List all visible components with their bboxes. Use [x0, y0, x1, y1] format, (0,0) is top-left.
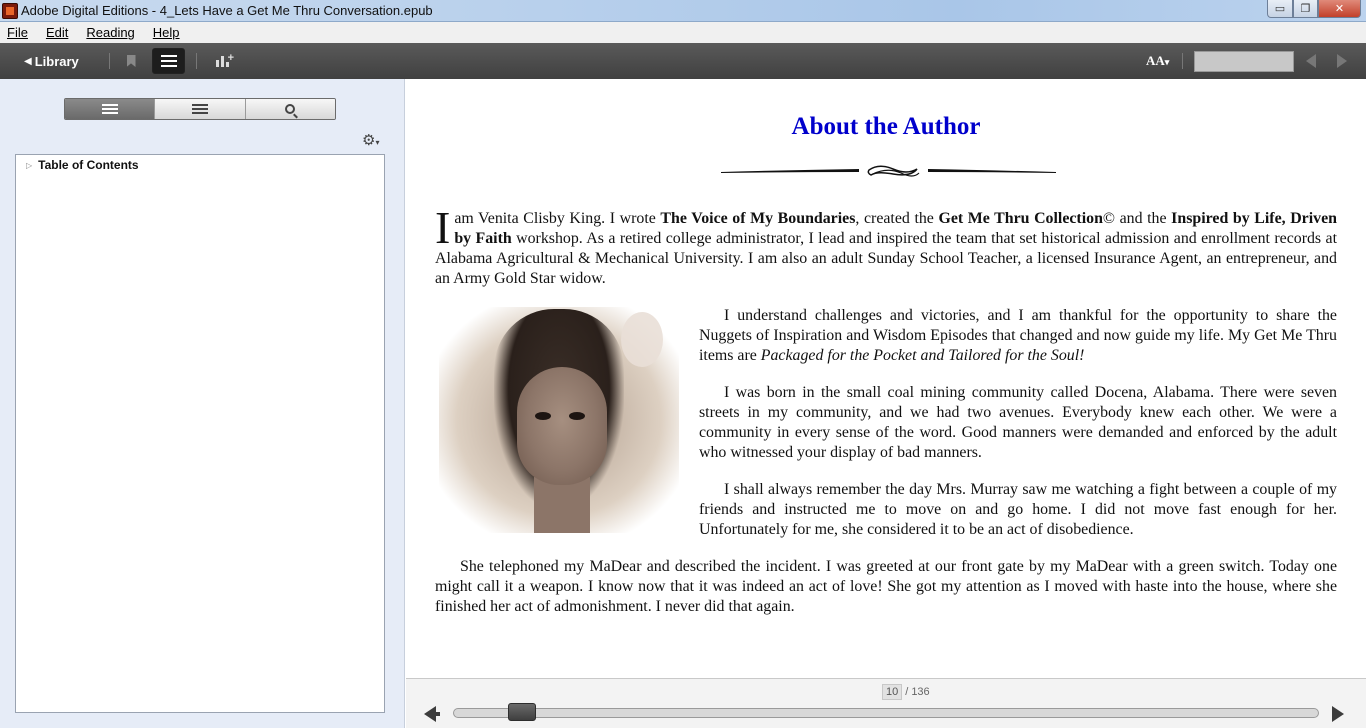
- previous-page-arrow-icon[interactable]: [424, 706, 440, 722]
- menu-file[interactable]: File: [7, 25, 28, 40]
- decorative-divider-icon: [721, 165, 1056, 177]
- search-icon: [285, 104, 296, 114]
- bookmarks-view-button[interactable]: [155, 99, 246, 119]
- author-childhood-photo: [439, 307, 679, 533]
- total-pages: 136: [911, 686, 930, 698]
- minimize-icon: ▭: [1274, 3, 1286, 15]
- current-page-field[interactable]: 10: [882, 684, 903, 700]
- adobe-digital-editions-app-icon[interactable]: [2, 3, 18, 19]
- toc-item-label: Table of Contents: [38, 158, 139, 172]
- menu-edit[interactable]: Edit: [46, 25, 68, 40]
- menu-help[interactable]: Help: [153, 25, 180, 40]
- list-icon: [160, 55, 177, 67]
- page-navigation-bar: 10 / 136: [406, 678, 1366, 728]
- toolbar-separator: [1182, 53, 1183, 69]
- toolbar: ◀ Library + AA▾: [0, 43, 1366, 79]
- window-controls: ▭ ❐ ✕: [1267, 0, 1361, 18]
- drop-cap: I: [435, 202, 451, 253]
- page-slider-track[interactable]: [453, 708, 1319, 718]
- close-icon: ✕: [1334, 3, 1345, 15]
- page-search-field[interactable]: [1194, 51, 1294, 72]
- toc-item-root[interactable]: ▷ Table of Contents: [26, 158, 139, 172]
- bookmarks-list-icon: [191, 103, 208, 115]
- minimize-button[interactable]: ▭: [1267, 0, 1293, 18]
- toolbar-separator: [196, 53, 197, 69]
- toc-panel: ▷ Table of Contents: [15, 154, 385, 713]
- next-page-arrow-icon[interactable]: [1332, 706, 1344, 722]
- sidebar-view-switcher: [64, 98, 336, 120]
- toolbar-separator: [109, 53, 110, 69]
- expand-arrow-icon[interactable]: ▷: [26, 161, 32, 170]
- title-bar: Adobe Digital Editions - 4_Lets Have a G…: [0, 0, 1366, 22]
- paragraph-1: I am Venita Clisby King. I wrote The Voi…: [435, 202, 1337, 288]
- close-button[interactable]: ✕: [1318, 0, 1361, 18]
- menu-reading[interactable]: Reading: [86, 25, 134, 40]
- paragraph-5: She telephoned my MaDear and described t…: [435, 558, 1337, 615]
- menu-bar: File Edit Reading Help: [0, 22, 1366, 43]
- toc-view-button[interactable]: [65, 99, 156, 119]
- reading-pane: About the Author I am Venita Clisby King…: [406, 79, 1366, 678]
- library-label: Library: [34, 53, 79, 69]
- add-to-collection-icon[interactable]: +: [214, 52, 234, 70]
- toc-icon: [101, 103, 118, 115]
- window-title: Adobe Digital Editions - 4_Lets Have a G…: [21, 3, 433, 18]
- sidebar: ⚙▾ ▷ Table of Contents: [0, 79, 405, 728]
- page-counter: 10 / 136: [882, 684, 930, 700]
- next-page-icon[interactable]: [1337, 54, 1347, 68]
- gear-icon[interactable]: ⚙▾: [362, 131, 379, 149]
- book-text: I am Venita Clisby King. I wrote The Voi…: [435, 202, 1337, 634]
- previous-page-icon[interactable]: [1306, 54, 1316, 68]
- back-arrow-icon: ◀: [24, 55, 32, 67]
- library-button[interactable]: ◀ Library: [24, 51, 79, 71]
- restore-icon: ❐: [1300, 3, 1311, 15]
- bookmark-icon[interactable]: [124, 52, 138, 70]
- page-slider-thumb[interactable]: [508, 703, 537, 721]
- caret-down-icon: ▾: [1164, 57, 1170, 67]
- search-view-button[interactable]: [245, 99, 335, 119]
- chapter-heading: About the Author: [791, 113, 981, 140]
- font-size-button[interactable]: AA▾: [1146, 53, 1169, 69]
- maximize-button[interactable]: ❐: [1293, 0, 1318, 18]
- toc-toggle-button[interactable]: [152, 48, 185, 74]
